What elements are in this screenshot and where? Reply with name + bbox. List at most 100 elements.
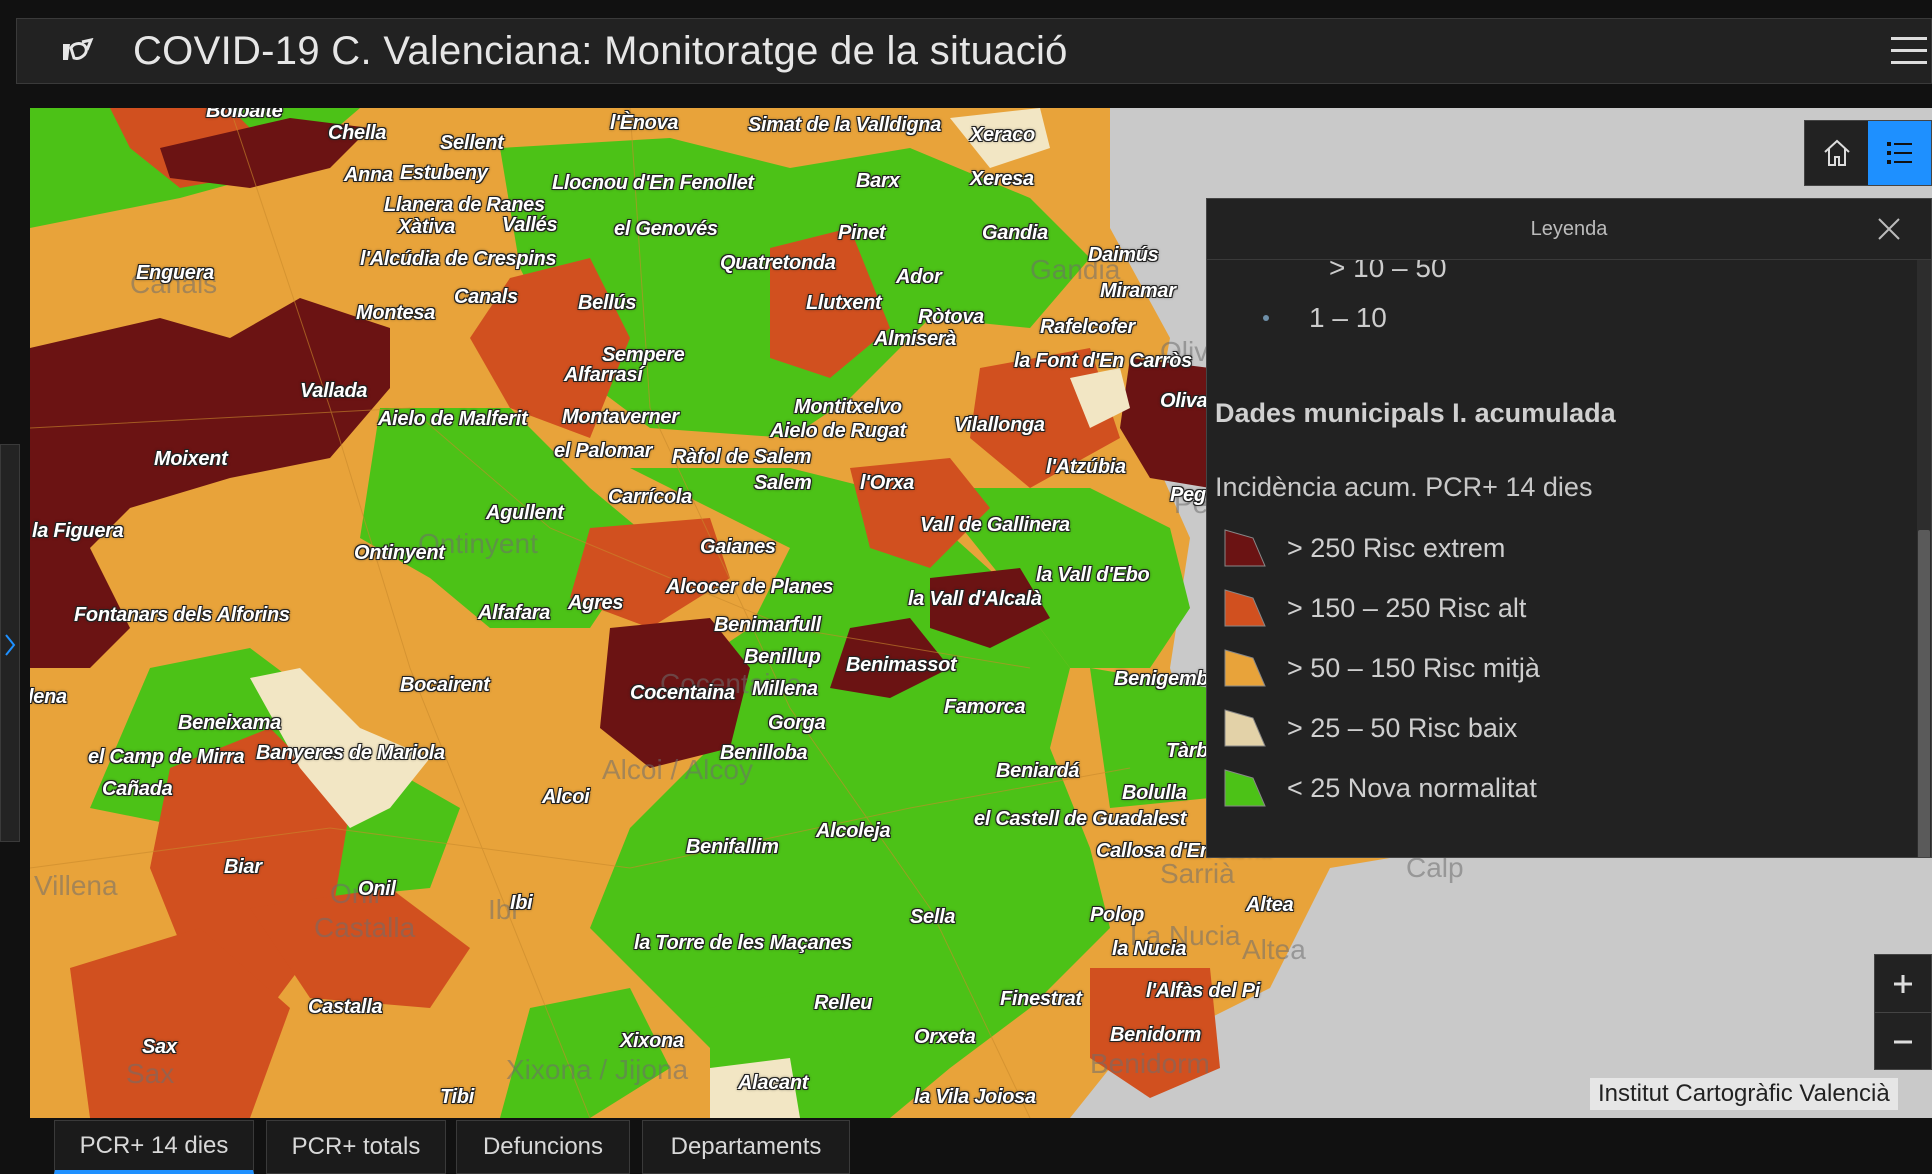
- tab-bar: PCR+ 14 dies PCR+ totals Defuncions Depa…: [0, 1118, 1932, 1174]
- close-icon[interactable]: [1875, 215, 1903, 243]
- place-label: l'Atzúbia: [1046, 456, 1126, 478]
- region-label: Sax: [126, 1058, 175, 1089]
- place-label: Benimassot: [846, 654, 957, 676]
- menu-icon[interactable]: [1887, 29, 1931, 73]
- place-label: Tibi: [440, 1086, 474, 1108]
- region-label: Castalla: [314, 912, 416, 943]
- place-label: Xàtiva: [398, 216, 456, 238]
- legend-title: Leyenda: [1530, 217, 1608, 240]
- place-label: Bocairent: [400, 674, 490, 696]
- place-label: la Vall d'Alcalà: [908, 588, 1042, 610]
- place-label: l'Ènova: [610, 112, 679, 134]
- legend-body[interactable]: > 10 – 50 1 – 10 Dades municipals I. acu…: [1207, 260, 1931, 857]
- place-label: Ràfol de Salem: [672, 446, 812, 468]
- place-label: Rafelcofer: [1040, 316, 1135, 338]
- place-label: Sella: [910, 906, 956, 928]
- place-label: Relleu: [814, 992, 873, 1014]
- place-label: Estubeny: [400, 162, 488, 184]
- map-widgets: [1804, 120, 1932, 186]
- legend-swatch: [1224, 649, 1266, 687]
- page-title: COVID-19 C. Valenciana: Monitoratge de l…: [133, 28, 1068, 73]
- place-label: Montitxelvo: [794, 396, 902, 418]
- place-label: Gaianes: [700, 536, 776, 558]
- legend-item: > 150 – 250 Risc alt: [1223, 584, 1526, 632]
- place-label: Llutxent: [806, 292, 882, 314]
- place-label: Alcoleja: [816, 820, 891, 842]
- place-label: Chella: [328, 122, 387, 144]
- place-label: Banyeres de Mariola: [256, 742, 445, 764]
- place-label: Benidorm: [1110, 1024, 1201, 1046]
- place-label: Bellús: [578, 292, 637, 314]
- place-label: la Figuera: [32, 520, 124, 542]
- zoom-out-button[interactable]: [1875, 1012, 1931, 1070]
- zoom-in-button[interactable]: [1875, 955, 1931, 1012]
- plus-icon: [1894, 974, 1912, 993]
- legend-scrollbar[interactable]: [1917, 260, 1931, 857]
- place-label: Gorga: [768, 712, 826, 734]
- place-label: Barx: [856, 170, 900, 192]
- home-button[interactable]: [1805, 121, 1868, 185]
- place-label: Canals: [454, 286, 518, 308]
- tab-departaments[interactable]: Departaments: [642, 1120, 850, 1174]
- legend-size-item: 1 – 10: [1227, 296, 1387, 340]
- place-label: Almiserà: [874, 328, 957, 350]
- place-label: Sax: [142, 1036, 177, 1058]
- place-label: l'Alcúdia de Crespins: [360, 248, 557, 270]
- list-icon: [1886, 142, 1912, 164]
- place-label: Anna: [344, 164, 393, 186]
- place-label: Xeresa: [970, 168, 1034, 190]
- place-label: Cañada: [102, 778, 173, 800]
- minus-icon: [1894, 1040, 1912, 1043]
- place-label: Aielo de Rugat: [770, 420, 906, 442]
- tab-defuncions[interactable]: Defuncions: [456, 1120, 630, 1174]
- app-header: COVID-19 C. Valenciana: Monitoratge de l…: [16, 18, 1932, 84]
- place-label: Benillup: [744, 646, 821, 668]
- chevron-right-icon: [5, 634, 16, 656]
- legend-item: > 50 – 150 Risc mitjà: [1223, 644, 1540, 692]
- region-label: Benidorm: [1090, 1048, 1210, 1079]
- place-label: el Camp de Mirra: [88, 746, 245, 768]
- place-label: Agres: [568, 592, 624, 614]
- place-label: Millena: [752, 678, 818, 700]
- region-label: Xixona / Jijona: [506, 1054, 689, 1085]
- tab-pcr-totals[interactable]: PCR+ totals: [266, 1120, 446, 1174]
- legend-item: > 25 – 50 Risc baix: [1223, 704, 1517, 752]
- place-label: Benilloba: [720, 742, 808, 764]
- legend-header: Leyenda: [1207, 199, 1931, 260]
- place-label: Xixona: [620, 1030, 684, 1052]
- place-label: la Vila Joiosa: [914, 1086, 1036, 1108]
- place-label: Vall de Gallinera: [920, 514, 1070, 536]
- place-label: Ador: [896, 266, 942, 288]
- place-label: Cocentaina: [630, 682, 735, 704]
- place-label: Polop: [1090, 904, 1145, 926]
- place-label: Ontinyent: [354, 542, 445, 564]
- legend-item-label: < 25 Nova normalitat: [1287, 772, 1537, 803]
- tab-pcr-14-dies[interactable]: PCR+ 14 dies: [54, 1120, 254, 1174]
- legend-item: > 250 Risc extrem: [1223, 524, 1505, 572]
- legend-button[interactable]: [1868, 121, 1931, 185]
- place-label: Agullent: [486, 502, 564, 524]
- place-label: Quatretonda: [720, 252, 836, 274]
- place-label: Castalla: [308, 996, 383, 1018]
- place-label: Vilallonga: [954, 414, 1045, 436]
- place-label: Ibi: [510, 892, 533, 914]
- place-label: Alfafara: [478, 602, 551, 624]
- legend-size-label: 1 – 10: [1309, 302, 1387, 333]
- place-label: Altea: [1246, 894, 1294, 916]
- place-label: Alacant: [738, 1072, 809, 1094]
- generalitat-logo-icon: [47, 31, 107, 71]
- place-label: Miramar: [1100, 280, 1176, 302]
- place-label: el Palomar: [554, 440, 653, 462]
- legend-item-label: > 50 – 150 Risc mitjà: [1287, 652, 1540, 683]
- scrollbar-thumb[interactable]: [1918, 530, 1930, 857]
- legend-item-label: > 250 Risc extrem: [1287, 532, 1506, 563]
- legend-swatch: [1224, 589, 1266, 627]
- place-label: Gandia: [982, 222, 1048, 244]
- place-label: Oliva: [1160, 390, 1208, 412]
- side-panel-toggle[interactable]: [0, 444, 20, 842]
- place-label: Aielo de Malferit: [378, 408, 528, 430]
- legend-item: < 25 Nova normalitat: [1223, 764, 1537, 812]
- place-label: Onil: [358, 878, 396, 900]
- place-label: Vallés: [502, 214, 558, 236]
- region-label: Villena: [34, 870, 118, 901]
